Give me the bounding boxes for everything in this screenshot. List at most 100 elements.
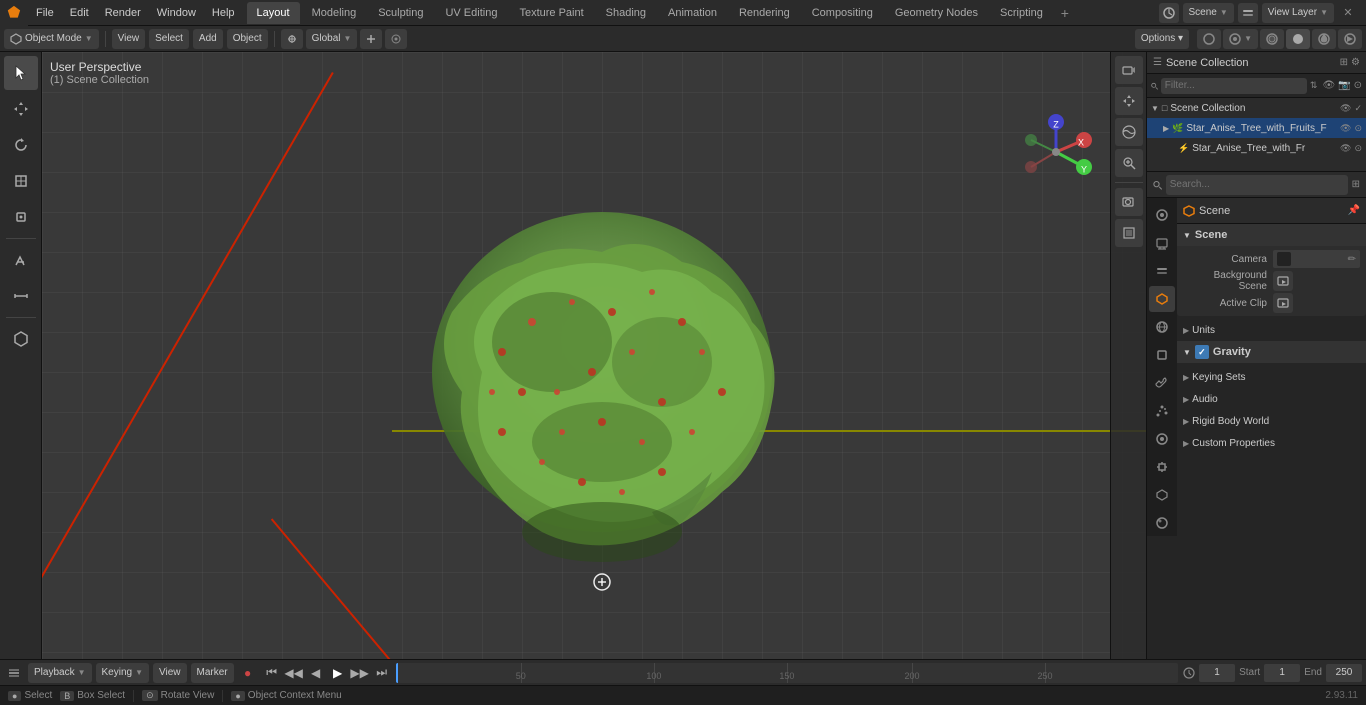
viewport-3d[interactable]: User Perspective (1) Scene Collection X … [42, 52, 1146, 659]
end-frame-input[interactable]: 250 [1326, 664, 1362, 682]
menu-help[interactable]: Help [204, 0, 243, 25]
outliner-tree-item-1[interactable]: ▶ 🌿 Star_Anise_Tree_with_Fruits_F 👁 ⊙ [1147, 118, 1366, 138]
view-layer-icon[interactable] [1238, 3, 1258, 23]
outliner-camera-toggle[interactable]: 📷 [1338, 80, 1350, 91]
view-menu-button-timeline[interactable]: View [153, 663, 187, 683]
tree-render-icon-2[interactable]: ⊙ [1354, 143, 1362, 154]
rigid-body-section-header[interactable]: Rigid Body World [1177, 410, 1366, 432]
proportional-edit-button[interactable] [385, 29, 407, 49]
render-region-button[interactable] [1115, 219, 1143, 247]
scale-tool-button[interactable] [4, 164, 38, 198]
tab-modeling[interactable]: Modeling [302, 2, 367, 24]
physics-props-tab[interactable] [1149, 426, 1175, 452]
object-props-tab[interactable] [1149, 342, 1175, 368]
measure-tool-button[interactable] [4, 279, 38, 313]
next-frame-button[interactable]: ▶▶ [350, 663, 370, 683]
play-button[interactable]: ▶ [328, 663, 348, 683]
outliner-settings-icon[interactable]: ⚙ [1351, 57, 1360, 68]
outliner-search-input[interactable] [1161, 78, 1307, 94]
outliner-render-toggle[interactable]: ⊙ [1354, 80, 1362, 91]
select-menu-button[interactable]: Select [149, 29, 189, 49]
current-frame-input[interactable]: 1 [1199, 664, 1235, 682]
viewport-camera2-button[interactable] [1115, 188, 1143, 216]
constraint-props-tab[interactable] [1149, 454, 1175, 480]
menu-render[interactable]: Render [97, 0, 149, 25]
tab-texture-paint[interactable]: Texture Paint [509, 2, 593, 24]
add-menu-button[interactable]: Add [193, 29, 223, 49]
editor-type-button[interactable]: Object Mode ▼ [4, 29, 99, 49]
playback-menu-button[interactable]: Playback ▼ [28, 663, 92, 683]
material-shading-button[interactable] [1312, 29, 1336, 49]
rendered-shading-button[interactable] [1338, 29, 1362, 49]
modifier-props-tab[interactable] [1149, 370, 1175, 396]
annotate-tool-button[interactable] [4, 243, 38, 277]
scene-section-title[interactable]: Scene [1177, 224, 1366, 246]
tab-compositing[interactable]: Compositing [802, 2, 883, 24]
active-clip-icon-button[interactable] [1273, 293, 1293, 313]
properties-search-input[interactable] [1166, 175, 1348, 195]
outliner-scene-collection-row[interactable]: ▼ □ Scene Collection 👁 ✓ [1147, 98, 1366, 118]
outliner-visibility-toggle[interactable]: 👁 [1322, 80, 1335, 91]
outliner-tree-item-2[interactable]: ⚡ Star_Anise_Tree_with_Fr 👁 ⊙ [1147, 138, 1366, 158]
add-workspace-tab-button[interactable]: + [1055, 3, 1075, 23]
exclude-icon[interactable]: ✓ [1354, 103, 1362, 114]
view-layer-selector[interactable]: View Layer ▼ [1262, 3, 1334, 23]
play-reverse-button[interactable]: ◀ [306, 663, 326, 683]
add-cube-tool-button[interactable] [4, 322, 38, 356]
tab-geometry-nodes[interactable]: Geometry Nodes [885, 2, 988, 24]
menu-window[interactable]: Window [149, 0, 204, 25]
tab-animation[interactable]: Animation [658, 2, 727, 24]
record-button[interactable]: ● [238, 663, 258, 683]
output-props-tab[interactable] [1149, 230, 1175, 256]
viewport-overlay-button[interactable]: ▼ [1223, 29, 1258, 49]
outliner-sort-icon[interactable]: ⇅ [1310, 80, 1318, 91]
blender-logo[interactable]: ⬟ [0, 0, 28, 26]
audio-section-header[interactable]: Audio [1177, 388, 1366, 410]
tab-sculpting[interactable]: Sculpting [368, 2, 433, 24]
gravity-checkbox[interactable]: ✓ [1195, 345, 1209, 359]
scene-selector[interactable]: Scene ▼ [1183, 3, 1234, 23]
units-section-header[interactable]: Units [1177, 319, 1366, 341]
snap-button[interactable] [360, 29, 382, 49]
menu-file[interactable]: File [28, 0, 62, 25]
properties-pin-icon[interactable]: 📌 [1348, 205, 1360, 216]
rotate-tool-button[interactable] [4, 128, 38, 162]
viewport-gizmo[interactable]: X Y Z [1016, 112, 1096, 192]
timeline-ruler[interactable]: 1 50 100 150 200 250 [396, 663, 1178, 683]
tab-layout[interactable]: Layout [247, 2, 300, 24]
marker-menu-button[interactable]: Marker [191, 663, 234, 683]
view-menu-button[interactable]: View [112, 29, 146, 49]
tab-shading[interactable]: Shading [596, 2, 656, 24]
material-props-tab[interactable] [1149, 510, 1175, 536]
custom-props-section-header[interactable]: Custom Properties [1177, 432, 1366, 454]
viewport-gizmo-button[interactable] [1197, 29, 1221, 49]
outliner-filter-icon[interactable]: ⊞ [1340, 57, 1348, 68]
tree-vis-icon-2[interactable]: 👁 [1340, 143, 1351, 154]
gravity-section-title[interactable]: ✓ Gravity [1177, 341, 1366, 363]
jump-end-button[interactable]: ⏭ [372, 663, 392, 683]
engine-icon[interactable] [1159, 3, 1179, 23]
object-menu-button[interactable]: Object [227, 29, 268, 49]
scene-props-tab[interactable] [1149, 286, 1175, 312]
viewport-zoom-button[interactable] [1115, 149, 1143, 177]
transform-orientation-button[interactable]: Global ▼ [306, 29, 358, 49]
tree-vis-icon-1[interactable]: 👁 [1340, 123, 1351, 134]
particles-props-tab[interactable] [1149, 398, 1175, 424]
viewport-orbit-button[interactable] [1115, 118, 1143, 146]
tab-uv-editing[interactable]: UV Editing [435, 2, 507, 24]
keying-sets-section-header[interactable]: Keying Sets [1177, 366, 1366, 388]
render-props-tab[interactable] [1149, 202, 1175, 228]
tab-rendering[interactable]: Rendering [729, 2, 800, 24]
viewport-camera-button[interactable] [1115, 56, 1143, 84]
camera-control[interactable]: ✏ [1273, 250, 1360, 268]
camera-edit-button[interactable]: ✏ [1348, 254, 1356, 265]
transform-tool-button[interactable] [4, 200, 38, 234]
cursor-tool-button[interactable] [4, 56, 38, 90]
viewport-pan-button[interactable] [1115, 87, 1143, 115]
transform-pivot-button[interactable] [281, 29, 303, 49]
solid-shading-button[interactable] [1286, 29, 1310, 49]
world-props-tab[interactable] [1149, 314, 1175, 340]
timeline-editor-type[interactable] [4, 663, 24, 683]
properties-filter-icon[interactable]: ⊞ [1352, 179, 1360, 190]
jump-start-button[interactable]: ⏮ [262, 663, 282, 683]
